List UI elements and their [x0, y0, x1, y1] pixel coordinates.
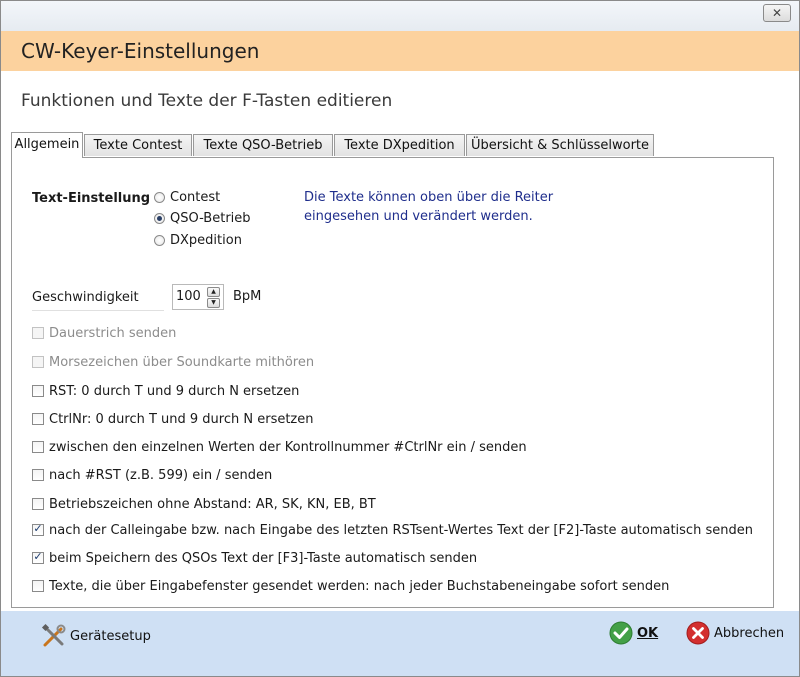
info-line-2: eingesehen und verändert werden.: [304, 209, 533, 224]
radio-label: DXpedition: [170, 232, 242, 248]
checkbox-box: [32, 327, 44, 339]
checkbox-box: ✓: [32, 522, 44, 536]
dialog-footer: Gerätesetup OK Abbrechen: [1, 611, 799, 676]
dialog-subtitle: Funktionen und Texte der F-Tasten editie…: [21, 91, 393, 111]
checkbox-label: zwischen den einzelnen Werten der Kontro…: [49, 439, 527, 455]
tab-texte-dxpedition[interactable]: Texte DXpedition: [334, 134, 465, 156]
checkbox-box: ✓: [32, 550, 44, 564]
info-text: Die Texte können oben über die Reiter ei…: [304, 188, 564, 226]
checkbox-box: [32, 469, 44, 481]
ok-button[interactable]: OK: [609, 621, 658, 645]
dialog-subheader: Funktionen und Texte der F-Tasten editie…: [1, 71, 799, 129]
radio-qso-betrieb[interactable]: QSO-Betrieb: [154, 209, 251, 227]
tab-uebersicht-schluesselworte[interactable]: Übersicht & Schlüsselworte: [466, 134, 654, 156]
checkbox-rst-senden[interactable]: nach #RST (z.B. 599) ein / senden: [32, 466, 272, 484]
checkbox-ctrlnr-ersetzen[interactable]: CtrlNr: 0 durch T und 9 durch N ersetzen: [32, 410, 314, 428]
info-line-1: Die Texte können oben über die Reiter: [304, 190, 554, 205]
check-icon: ✓: [33, 522, 43, 535]
geraetesetup-button[interactable]: Gerätesetup: [41, 623, 151, 649]
checkbox-box: [32, 356, 44, 368]
radio-dxpedition[interactable]: DXpedition: [154, 231, 242, 249]
spin-up-icon[interactable]: ▲: [207, 287, 220, 297]
checkbox-label: nach #RST (z.B. 599) ein / senden: [49, 467, 273, 483]
geraetesetup-label: Gerätesetup: [70, 628, 151, 644]
settings-window: ✕ CW-Keyer-Einstellungen Funktionen und …: [0, 0, 800, 677]
tab-allgemein[interactable]: Allgemein: [11, 132, 83, 158]
title-bar: ✕: [1, 1, 799, 31]
tab-texte-qso-betrieb[interactable]: Texte QSO-Betrieb: [193, 134, 333, 156]
dialog-title: CW-Keyer-Einstellungen: [21, 39, 260, 63]
tools-icon: [41, 623, 66, 647]
abbrechen-label: Abbrechen: [714, 625, 785, 641]
ok-label: OK: [637, 625, 659, 641]
checkbox-label: Betriebszeichen ohne Abstand: AR, SK, KN…: [49, 496, 376, 512]
checkbox-label: nach der Calleingabe bzw. nach Eingabe d…: [49, 522, 753, 538]
checkbox-rst-ersetzen[interactable]: RST: 0 durch T und 9 durch N ersetzen: [32, 382, 299, 400]
checkbox-box: [32, 385, 44, 397]
checkbox-label: beim Speichern des QSOs Text der [F3]-Ta…: [49, 550, 478, 566]
checkbox-label: RST: 0 durch T und 9 durch N ersetzen: [49, 383, 300, 399]
radio-contest[interactable]: Contest: [154, 188, 220, 206]
tab-panel-allgemein: Text-Einstellung Contest QSO-Betrieb DXp…: [11, 157, 774, 608]
checkbox-f3-auto[interactable]: ✓ beim Speichern des QSOs Text der [F3]-…: [32, 549, 477, 567]
radio-indicator: [154, 234, 165, 246]
ok-check-icon: [609, 621, 633, 645]
speed-unit: BpM: [233, 289, 262, 304]
speed-value[interactable]: 100: [176, 289, 201, 304]
tab-texte-contest[interactable]: Texte Contest: [84, 134, 192, 156]
radio-indicator: [154, 212, 165, 224]
close-icon: ✕: [771, 6, 783, 20]
checkbox-box: [32, 441, 44, 453]
checkbox-label: Morsezeichen über Soundkarte mithören: [49, 354, 315, 370]
checkbox-box: [32, 498, 44, 510]
checkbox-box: [32, 413, 44, 425]
checkbox-soundkarte[interactable]: Morsezeichen über Soundkarte mithören: [32, 353, 314, 371]
checkbox-label: CtrlNr: 0 durch T und 9 durch N ersetzen: [49, 411, 314, 427]
cancel-x-icon: [686, 621, 710, 645]
dialog-header: CW-Keyer-Einstellungen: [1, 31, 799, 71]
radio-indicator: [154, 191, 165, 203]
speed-spinbox[interactable]: 100 ▲ ▼: [172, 284, 224, 310]
spin-down-icon[interactable]: ▼: [207, 298, 220, 308]
speed-label: Geschwindigkeit: [32, 286, 164, 311]
abbrechen-button[interactable]: Abbrechen: [686, 621, 784, 645]
checkbox-box: [32, 580, 44, 592]
checkbox-label: Texte, die über Eingabefenster gesendet …: [49, 578, 670, 594]
checkbox-kontrollnummer[interactable]: zwischen den einzelnen Werten der Kontro…: [32, 438, 527, 456]
checkbox-betriebszeichen[interactable]: Betriebszeichen ohne Abstand: AR, SK, KN…: [32, 495, 376, 513]
check-icon: ✓: [33, 550, 43, 563]
checkbox-dauerstrich[interactable]: Dauerstrich senden: [32, 324, 176, 342]
radio-label: QSO-Betrieb: [170, 210, 251, 226]
text-setting-label: Text-Einstellung: [32, 191, 151, 206]
checkbox-f2-auto[interactable]: ✓ nach der Calleingabe bzw. nach Eingabe…: [32, 521, 753, 539]
checkbox-sofort-senden[interactable]: Texte, die über Eingabefenster gesendet …: [32, 577, 669, 595]
close-button[interactable]: ✕: [763, 4, 791, 22]
checkbox-label: Dauerstrich senden: [49, 325, 177, 341]
radio-label: Contest: [170, 189, 221, 205]
